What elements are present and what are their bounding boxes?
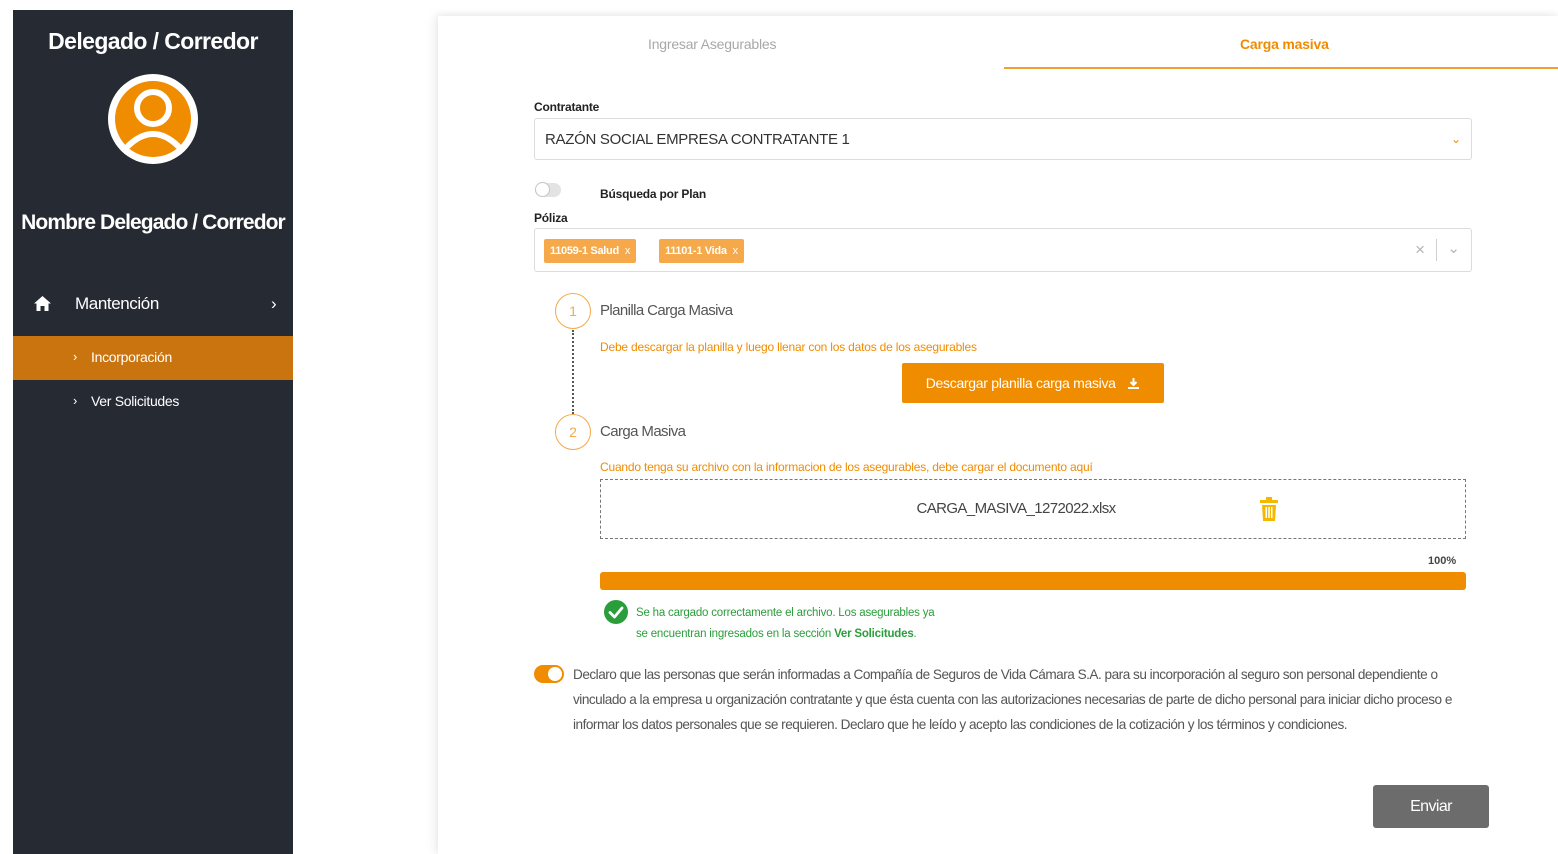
download-button-label: Descargar planilla carga masiva xyxy=(925,375,1116,391)
tab-ingresar-asegurables[interactable]: Ingresar Asegurables xyxy=(648,36,777,52)
uploaded-file-name: CARGA_MASIVA_1272022.xlsx xyxy=(916,500,1117,517)
step-connector xyxy=(572,330,574,414)
poliza-chip: 11101-1 Vida x xyxy=(659,239,744,263)
contratante-select[interactable]: RAZÓN SOCIAL EMPRESA CONTRATANTE 1 ⌄ xyxy=(534,118,1472,160)
progress-percent: 100% xyxy=(1428,555,1457,567)
contratante-label: Contratante xyxy=(534,100,600,114)
user-name: Nombre Delegado / Corredor xyxy=(21,211,286,234)
tab-carga-masiva[interactable]: Carga masiva xyxy=(1240,36,1329,52)
success-line-2-end: . xyxy=(913,628,917,640)
contratante-value: RAZÓN SOCIAL EMPRESA CONTRATANTE 1 xyxy=(545,131,850,148)
menu-mantencion[interactable]: Mantención › xyxy=(13,294,293,316)
step-1-hint: Debe descargar la planilla y luego llena… xyxy=(600,340,977,354)
sidebar-item-incorporacion[interactable]: › Incorporación xyxy=(13,336,293,380)
check-circle-icon xyxy=(604,600,628,624)
user-icon xyxy=(108,74,198,164)
poliza-chip-label: 11059-1 Salud xyxy=(550,245,619,257)
poliza-label: Póliza xyxy=(534,211,568,225)
toggle-knob xyxy=(548,667,562,681)
remove-chip-icon[interactable]: x xyxy=(625,245,631,257)
sidebar: Delegado / Corredor Nombre Delegado / Co… xyxy=(13,10,293,854)
divider xyxy=(1436,239,1437,261)
step-1-title: Planilla Carga Masiva xyxy=(600,302,733,319)
avatar[interactable] xyxy=(108,68,198,170)
poliza-multiselect[interactable]: 11059-1 Salud x 11101-1 Vida x × ⌄ xyxy=(534,228,1472,272)
sidebar-item-label: Incorporación xyxy=(91,349,172,365)
send-button[interactable]: Enviar xyxy=(1373,785,1489,828)
chevron-right-icon: › xyxy=(271,294,277,313)
ver-solicitudes-link[interactable]: Ver Solicitudes xyxy=(834,628,914,640)
sidebar-item-ver-solicitudes[interactable]: › Ver Solicitudes xyxy=(13,380,293,424)
declaration-text: Declaro que las personas que serán infor… xyxy=(573,667,1452,732)
toggle-knob xyxy=(535,182,550,197)
busqueda-plan-toggle[interactable] xyxy=(535,182,561,197)
success-line-1: Se ha cargado correctamente el archivo. … xyxy=(636,607,935,619)
menu-mantencion-label: Mantención xyxy=(75,294,159,313)
upload-progress-bar xyxy=(600,572,1466,590)
chevron-down-icon[interactable]: ⌄ xyxy=(1447,239,1460,257)
step-1-badge: 1 xyxy=(555,293,591,329)
download-icon xyxy=(1128,378,1140,389)
download-template-button[interactable]: Descargar planilla carga masiva xyxy=(902,363,1164,403)
role-title: Delegado / Corredor xyxy=(48,28,258,54)
success-line-2: se encuentran ingresados en la sección V… xyxy=(636,624,934,645)
declaration-toggle[interactable] xyxy=(534,665,564,683)
remove-chip-icon[interactable]: x xyxy=(733,245,739,257)
step-2-hint: Cuando tenga su archivo con la informaci… xyxy=(600,460,1093,474)
active-tab-indicator xyxy=(1004,67,1558,69)
clear-icon[interactable]: × xyxy=(1415,240,1425,260)
chevron-right-icon: › xyxy=(73,349,78,364)
chevron-down-icon: ⌄ xyxy=(1450,132,1461,146)
success-line-2-text: se encuentran ingresados en la sección xyxy=(636,628,835,640)
busqueda-plan-label: Búsqueda por Plan xyxy=(600,187,706,201)
main-card: Ingresar Asegurables Carga masiva Contra… xyxy=(438,16,1558,854)
poliza-chip: 11059-1 Salud x xyxy=(544,239,637,263)
home-icon xyxy=(34,296,51,311)
upload-success-message: Se ha cargado correctamente el archivo. … xyxy=(636,603,935,645)
sidebar-item-label: Ver Solicitudes xyxy=(91,393,180,409)
progress-fill xyxy=(600,572,1466,590)
step-2-badge: 2 xyxy=(555,414,591,450)
trash-icon[interactable] xyxy=(1260,497,1278,521)
poliza-chip-label: 11101-1 Vida xyxy=(665,245,727,257)
chevron-right-icon: › xyxy=(73,393,78,408)
step-2-title: Carga Masiva xyxy=(600,423,686,440)
file-drop-zone[interactable]: CARGA_MASIVA_1272022.xlsx xyxy=(600,479,1466,539)
